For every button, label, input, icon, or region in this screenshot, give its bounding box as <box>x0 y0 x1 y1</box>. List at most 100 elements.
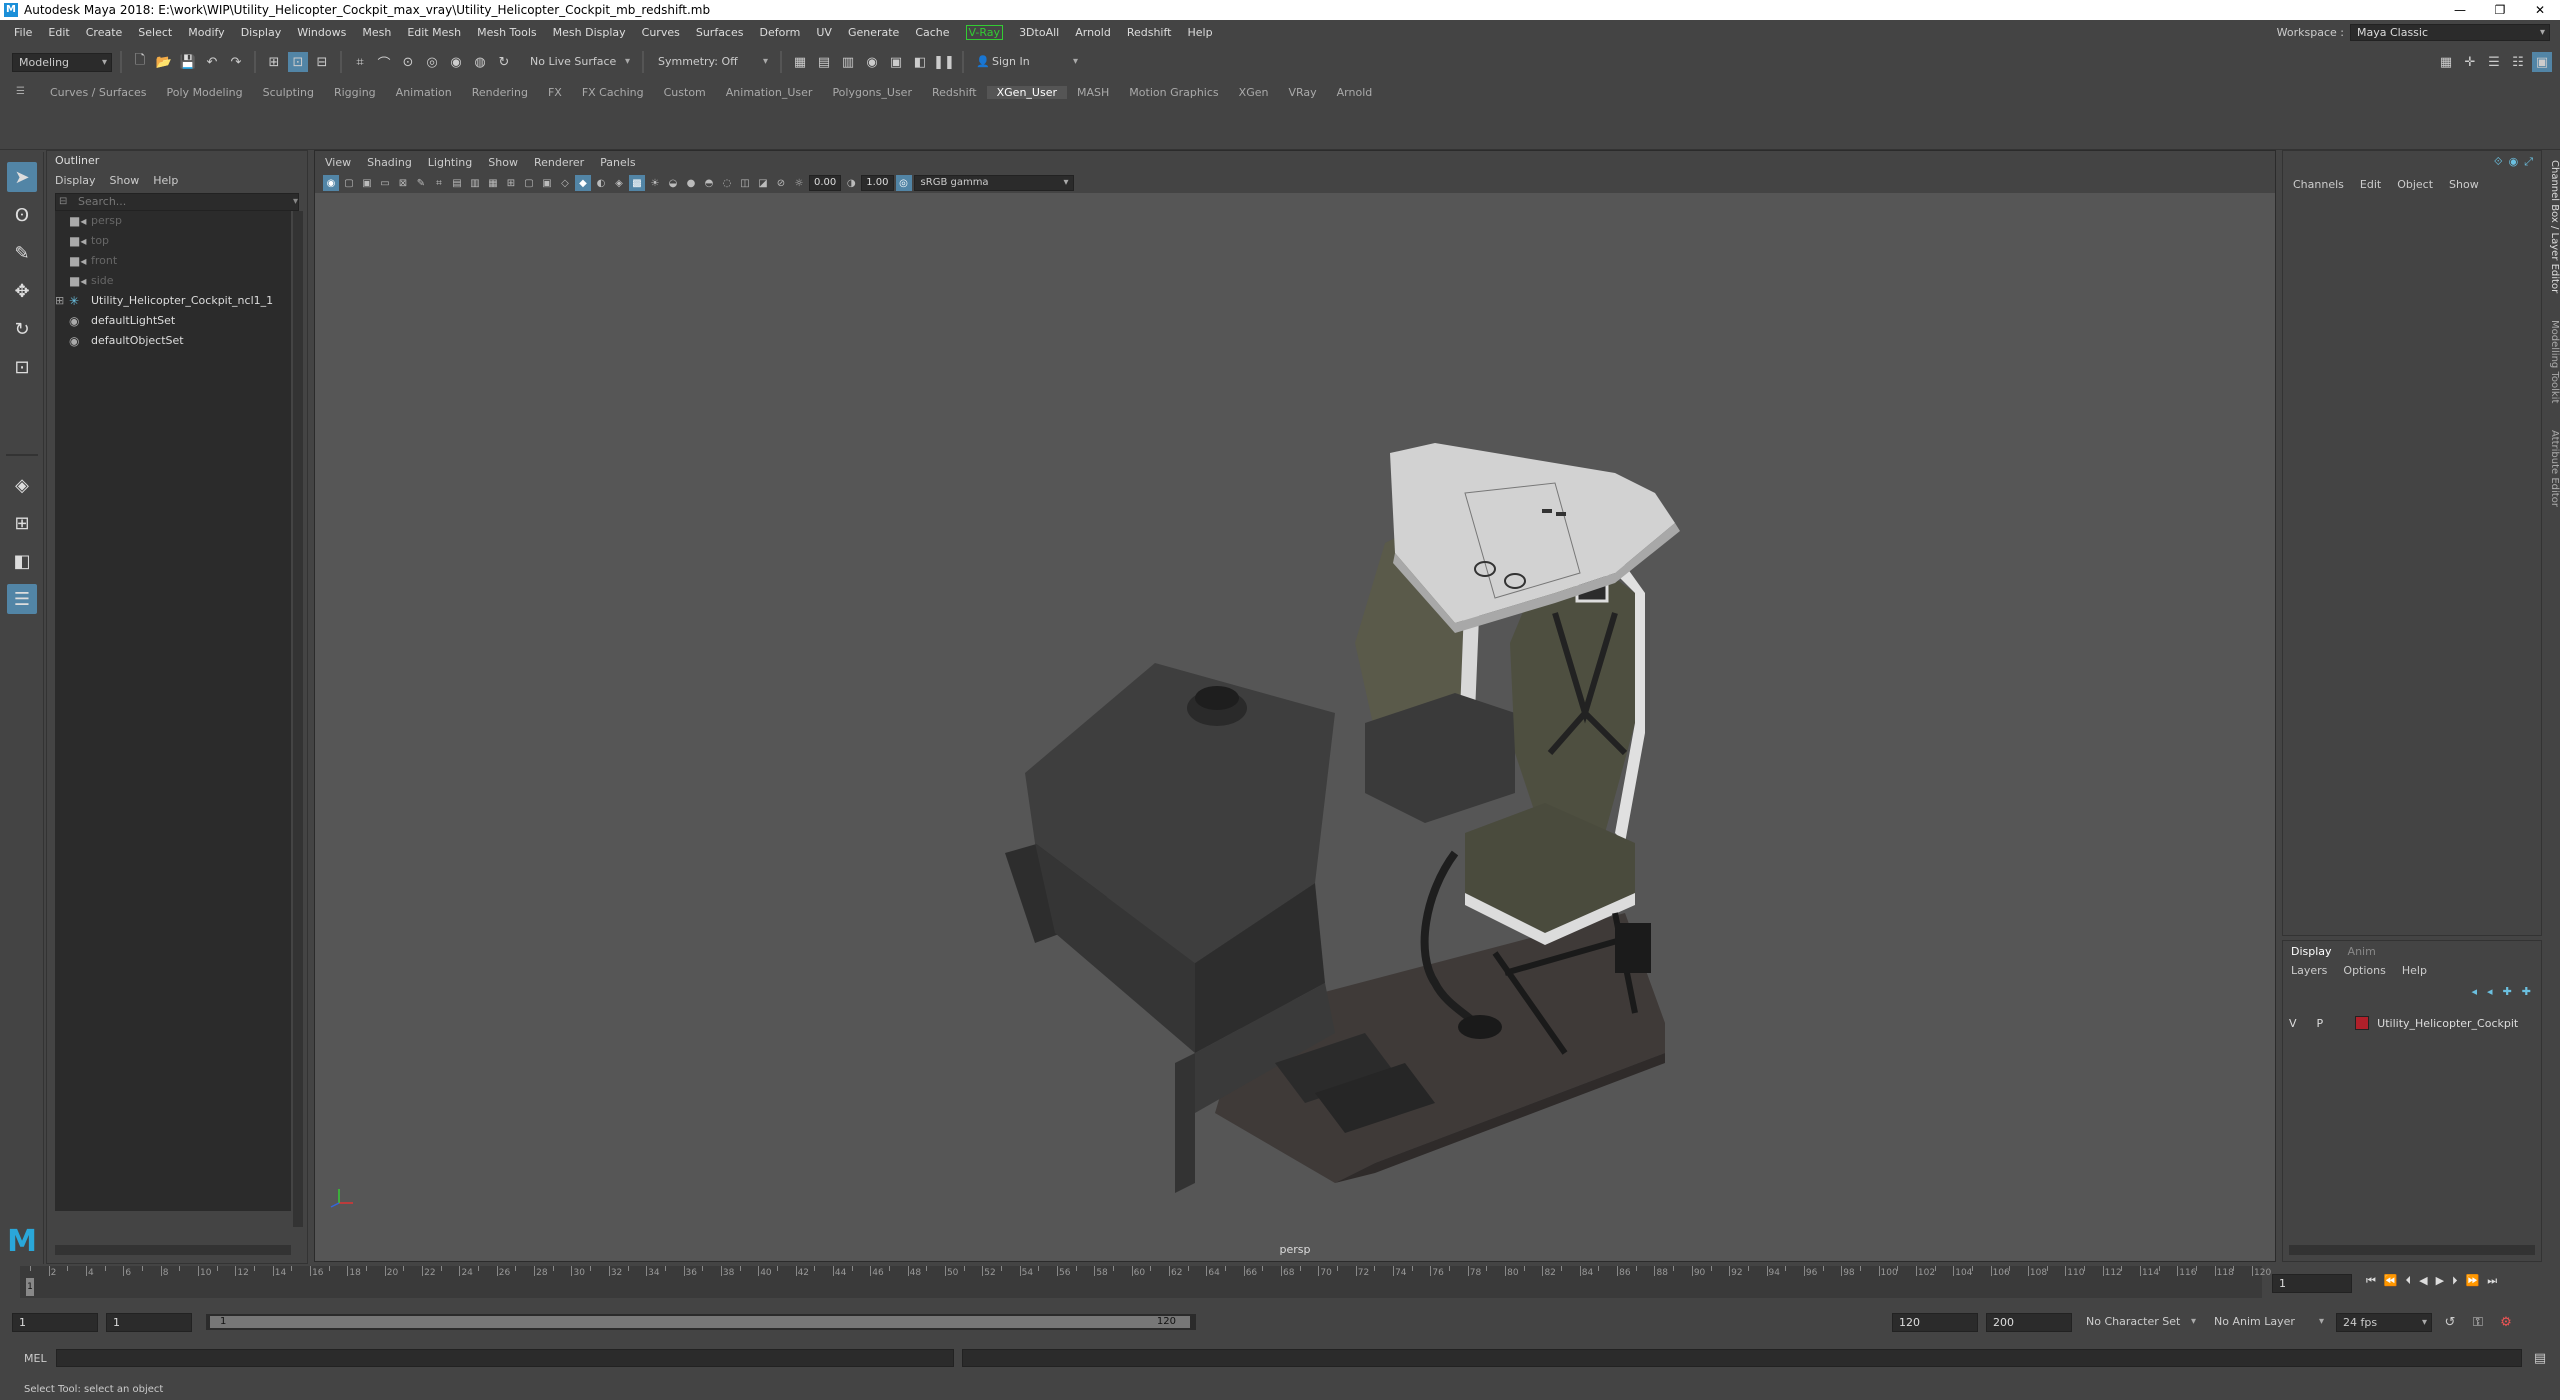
current-time-marker[interactable]: 1 <box>26 1278 34 1296</box>
symmetry-dropdown[interactable]: Symmetry: Off <box>652 53 772 72</box>
menu-surfaces[interactable]: Surfaces <box>688 26 752 39</box>
menu-mesh[interactable]: Mesh <box>354 26 399 39</box>
layer-visibility-toggle[interactable]: V <box>2289 1017 2297 1030</box>
ambient-occlusion-icon[interactable]: ● <box>683 175 699 191</box>
view-transform-dropdown[interactable]: sRGB gamma <box>913 175 1074 191</box>
menu-vray[interactable]: V-Ray <box>958 24 1012 40</box>
outliner-layout-icon[interactable]: ☰ <box>7 584 37 614</box>
shelf-tab-rigging[interactable]: Rigging <box>324 86 386 99</box>
make-live-icon[interactable]: ◍ <box>470 52 490 72</box>
menu-3dtoall[interactable]: 3DtoAll <box>1011 26 1067 39</box>
pause-icon[interactable]: ❚❚ <box>933 52 955 72</box>
shelf-tab-curves-surfaces[interactable]: Curves / Surfaces <box>40 86 157 99</box>
outliner-menu-help[interactable]: Help <box>153 174 178 187</box>
preferences-icon[interactable]: ⚙ <box>2496 1312 2516 1332</box>
safe-action-icon[interactable]: ▢ <box>521 175 537 191</box>
lasso-tool-icon[interactable]: ʘ <box>7 200 37 230</box>
menu-set-dropdown[interactable]: Modeling <box>12 52 112 72</box>
play-forward-icon[interactable]: ▶ <box>2436 1274 2444 1288</box>
viewport-panel[interactable]: View Shading Lighting Show Renderer Pane… <box>314 150 2276 1262</box>
smooth-shade-icon[interactable]: ◆ <box>575 175 591 191</box>
outliner-item-side[interactable]: ■◂ side <box>55 271 291 291</box>
animation-start-field[interactable]: 1 <box>12 1312 98 1332</box>
tab-attribute-editor[interactable]: Attribute Editor <box>2544 430 2560 507</box>
menu-generate[interactable]: Generate <box>840 26 907 39</box>
shelf-tab-xgen-user[interactable]: XGen_User <box>986 85 1067 99</box>
shelf-tab-vray[interactable]: VRay <box>1278 86 1326 99</box>
use-all-lights-icon[interactable]: ☀ <box>647 175 663 191</box>
four-view-layout-icon[interactable]: ⊞ <box>7 508 37 538</box>
render-frame-icon[interactable]: ▦ <box>790 52 810 72</box>
menu-display[interactable]: Display <box>233 26 290 39</box>
new-layer-icon[interactable]: ✚ <box>2503 985 2512 998</box>
select-camera-icon[interactable]: ◉ <box>323 175 339 191</box>
menu-arnold[interactable]: Arnold <box>1067 26 1119 39</box>
outliner-menu-show[interactable]: Show <box>110 174 140 187</box>
shelf-tab-mash[interactable]: MASH <box>1067 86 1119 99</box>
tab-channel-box-layer-editor[interactable]: Channel Box / Layer Editor <box>2544 160 2560 293</box>
play-backward-icon[interactable]: ◀ <box>2419 1274 2427 1288</box>
new-layer-selected-icon[interactable]: ✚ <box>2522 985 2531 998</box>
menu-modify[interactable]: Modify <box>180 26 232 39</box>
script-editor-icon[interactable]: ▤ <box>2530 1348 2550 1368</box>
layer-editor-scrollbar[interactable] <box>2289 1245 2535 1255</box>
menu-mesh-display[interactable]: Mesh Display <box>545 26 634 39</box>
shelf-tab-animation-user[interactable]: Animation_User <box>716 86 823 99</box>
anim-layer-dropdown[interactable]: No Anim Layer <box>2208 1313 2328 1332</box>
outliner-search-input[interactable]: Search... <box>55 193 299 211</box>
sign-in-button[interactable]: 👤 Sign In <box>972 53 1082 72</box>
outliner-item-default-object-set[interactable]: ◉ defaultObjectSet <box>55 331 291 351</box>
channelbox-options-icon[interactable]: ◉ <box>2509 155 2519 169</box>
viewport-menu-panels[interactable]: Panels <box>600 156 635 169</box>
tab-display[interactable]: Display <box>2291 945 2332 958</box>
restore-button[interactable]: ❐ <box>2480 0 2520 20</box>
viewport-menu-view[interactable]: View <box>325 156 351 169</box>
layer-menu-options[interactable]: Options <box>2343 964 2385 977</box>
channelbox-float-icon[interactable]: ⤢ <box>2524 155 2533 169</box>
shelf-tab-xgen[interactable]: XGen <box>1229 86 1279 99</box>
shelf-tab-arnold[interactable]: Arnold <box>1327 86 1383 99</box>
shelf-tab-fx-caching[interactable]: FX Caching <box>572 86 654 99</box>
viewport-menu-show[interactable]: Show <box>488 156 518 169</box>
bookmarks-icon[interactable]: ▣ <box>359 175 375 191</box>
search-options-icon[interactable]: ▾ <box>293 196 298 207</box>
shelf-tab-custom[interactable]: Custom <box>654 86 716 99</box>
minimize-button[interactable]: — <box>2440 0 2480 20</box>
menu-cache[interactable]: Cache <box>907 26 957 39</box>
channelbox-menu-channels[interactable]: Channels <box>2293 178 2344 191</box>
loop-icon[interactable]: ↺ <box>2440 1312 2460 1332</box>
menu-uv[interactable]: UV <box>808 26 840 39</box>
character-set-dropdown[interactable]: No Character Set <box>2080 1313 2200 1332</box>
outliner-item-front[interactable]: ■◂ front <box>55 251 291 271</box>
ipr-render-icon[interactable]: ▥ <box>838 52 858 72</box>
menu-create[interactable]: Create <box>78 26 131 39</box>
fps-dropdown[interactable]: 24 fps <box>2336 1312 2432 1332</box>
menu-edit[interactable]: Edit <box>40 26 77 39</box>
workspace-dropdown[interactable]: Maya Classic <box>2350 24 2550 41</box>
menu-deform[interactable]: Deform <box>751 26 808 39</box>
exposure-field[interactable]: 0.00 <box>809 175 842 191</box>
move-layer-down-icon[interactable]: ◂ <box>2487 985 2493 998</box>
snap-curve-icon[interactable]: ⌒ <box>374 52 394 72</box>
command-input[interactable] <box>56 1349 954 1367</box>
film-gate-icon[interactable]: ▤ <box>449 175 465 191</box>
menu-file[interactable]: File <box>6 26 40 39</box>
redo-icon[interactable]: ↷ <box>226 52 246 72</box>
select-tool-icon[interactable]: ➤ <box>7 162 37 192</box>
camera-attributes-icon[interactable]: ▢ <box>341 175 357 191</box>
viewport-menu-shading[interactable]: Shading <box>367 156 412 169</box>
playback-end-field[interactable]: 120 <box>1892 1312 1978 1332</box>
layer-menu-layers[interactable]: Layers <box>2291 964 2327 977</box>
menu-select[interactable]: Select <box>130 26 180 39</box>
select-object-icon[interactable]: ⊡ <box>288 52 308 72</box>
anti-aliasing-icon[interactable]: ◌ <box>719 175 735 191</box>
grease-pencil-icon[interactable]: ✎ <box>413 175 429 191</box>
grid-icon[interactable]: ⌗ <box>431 175 447 191</box>
time-slider[interactable]: 2 4 6 8 10 12 14 16 18 20 22 24 26 28 30 32 34 36 38 40 42 44… <box>0 1266 2560 1302</box>
menu-edit-mesh[interactable]: Edit Mesh <box>399 26 469 39</box>
step-forward-key-icon[interactable]: ⏩ <box>2466 1274 2480 1288</box>
save-scene-icon[interactable]: 💾 <box>178 52 198 72</box>
animation-end-field[interactable]: 200 <box>1986 1312 2072 1332</box>
shelf-tab-fx[interactable]: FX <box>538 86 572 99</box>
channelbox-menu-show[interactable]: Show <box>2449 178 2479 191</box>
